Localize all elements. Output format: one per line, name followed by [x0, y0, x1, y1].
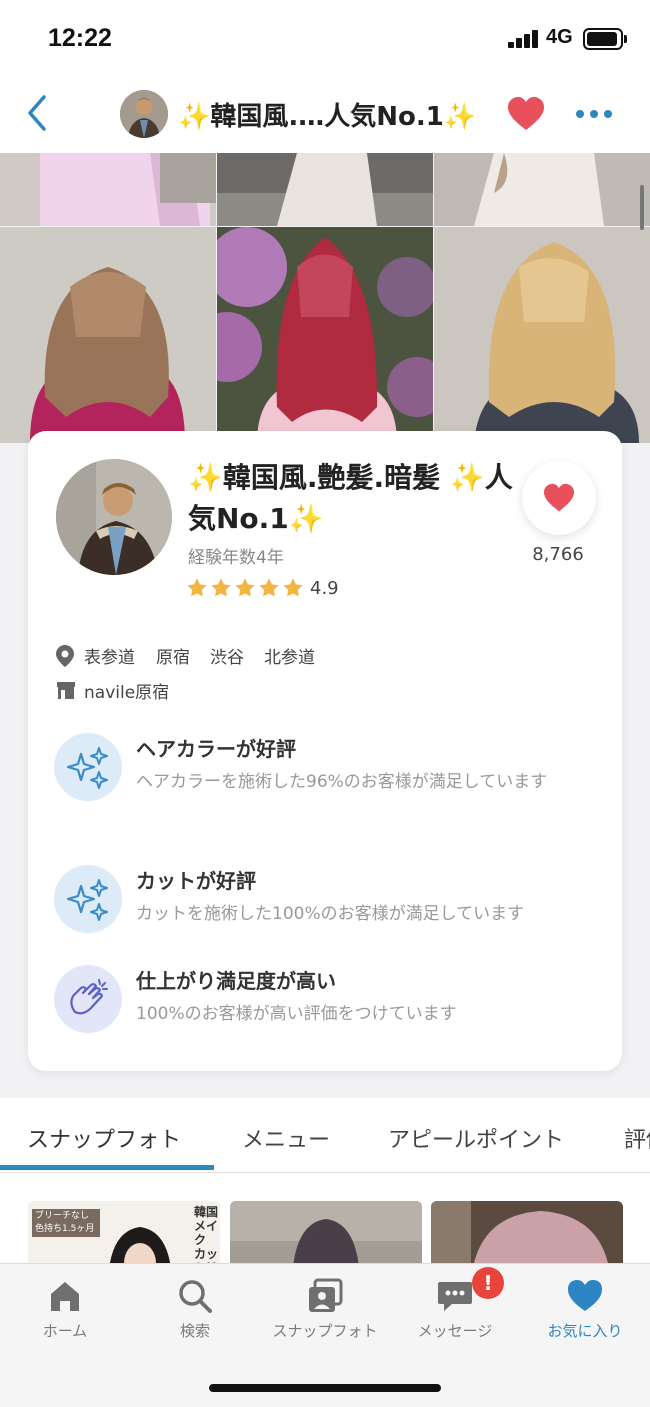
- nav-snap-photo[interactable]: スナップフォト: [260, 1278, 390, 1358]
- stylist-avatar[interactable]: [56, 459, 172, 575]
- header-title: ✨韓国風.…人気No.1✨: [178, 102, 477, 132]
- star-icon: [235, 578, 255, 597]
- search-icon: [179, 1280, 212, 1313]
- status-bar: 12:22 4G: [0, 0, 650, 76]
- sparkle-icon: [54, 865, 122, 933]
- network-type: 4G: [546, 26, 573, 48]
- star-icon: [211, 578, 231, 597]
- photo-image: [217, 153, 433, 226]
- photo-image: [434, 153, 650, 226]
- area-tag[interactable]: 表参道: [84, 643, 135, 668]
- store-icon: [57, 682, 75, 699]
- photo-image: [434, 227, 650, 443]
- gallery-photo[interactable]: [217, 153, 433, 226]
- person-photo-icon: [56, 459, 172, 575]
- photo-image: [217, 227, 433, 443]
- heart-icon: [568, 1280, 602, 1311]
- tab-snap-photo[interactable]: スナップフォト: [27, 1122, 181, 1154]
- nav-search[interactable]: 検索: [130, 1278, 260, 1358]
- sparkle-icon: [54, 733, 122, 801]
- active-tab-indicator: [0, 1165, 214, 1170]
- gallery-photo[interactable]: [434, 153, 650, 226]
- tab-reviews[interactable]: 評価: [624, 1122, 650, 1154]
- more-options-button[interactable]: [574, 104, 614, 124]
- photos-icon: [309, 1278, 343, 1312]
- section-tabs: スナップフォト メニュー アピールポイント 評価: [0, 1098, 650, 1173]
- gallery-photo[interactable]: [217, 227, 433, 443]
- gallery-photo[interactable]: [0, 227, 216, 443]
- location-row: 表参道 原宿 渋谷 北参道: [56, 643, 596, 669]
- feature-title: カットが好評: [136, 869, 256, 893]
- stylist-profile-card: ✨韓国風.艶髪.暗髪 ✨人気No.1✨ 経験年数4年 4.9 8,766 表参道…: [28, 431, 622, 1071]
- salon-row[interactable]: navile原宿: [56, 678, 356, 704]
- feature-description: ヘアカラーを施術した96%のお客様が満足しています: [136, 772, 548, 792]
- feature-title: 仕上がり満足度が高い: [136, 969, 336, 993]
- battery-icon: [583, 28, 623, 50]
- person-photo-icon: [120, 90, 168, 138]
- photo-image: [0, 153, 216, 226]
- nav-label: ホーム: [42, 1322, 88, 1340]
- gallery-photo[interactable]: [0, 153, 216, 226]
- notification-badge: !: [472, 1267, 504, 1299]
- snap-tag-text: ブリーチなし 色持ち1.5ヶ月: [32, 1209, 100, 1237]
- area-tag[interactable]: 渋谷: [210, 643, 244, 668]
- feature-item: ヘアカラーが好評 ヘアカラーを施術した96%のお客様が満足しています: [54, 733, 604, 823]
- feature-item: カットが好評 カットを施術した100%のお客様が満足しています: [54, 865, 604, 933]
- favorite-heart-button[interactable]: [507, 96, 545, 132]
- favorite-count: 8,766: [532, 544, 584, 565]
- feature-description: 100%のお客様が高い評価をつけています: [136, 1004, 457, 1024]
- status-time: 12:22: [48, 24, 112, 52]
- tab-appeal-points[interactable]: アピールポイント: [388, 1122, 564, 1154]
- gallery-scrollbar[interactable]: [640, 185, 644, 230]
- header-avatar[interactable]: [120, 90, 168, 138]
- signal-icon: [508, 30, 540, 48]
- experience-years: 経験年数4年: [188, 548, 284, 568]
- salon-name: navile原宿: [84, 683, 170, 703]
- heart-icon: [508, 97, 544, 130]
- nav-home[interactable]: ホーム: [0, 1278, 130, 1358]
- feature-title: ヘアカラーが好評: [136, 737, 296, 761]
- clapping-hands-icon: [54, 965, 122, 1033]
- area-tag[interactable]: 原宿: [156, 643, 190, 668]
- star-icon: [259, 578, 279, 597]
- star-icon: [187, 578, 207, 597]
- star-icon: [283, 578, 303, 597]
- chevron-left-icon: [28, 95, 46, 131]
- gallery-photo[interactable]: [434, 227, 650, 443]
- area-tag[interactable]: 北参道: [264, 643, 315, 668]
- nav-label: スナップフォト: [272, 1322, 378, 1340]
- battery-tip: [624, 35, 627, 43]
- rating-value: 4.9: [310, 577, 339, 599]
- tab-menu[interactable]: メニュー: [242, 1122, 330, 1154]
- photo-image: [0, 227, 216, 443]
- nav-label: メッセージ: [417, 1322, 493, 1340]
- feature-item: 仕上がり満足度が高い 100%のお客様が高い評価をつけています: [54, 965, 604, 1033]
- nav-label: お気に入り: [547, 1322, 623, 1340]
- home-icon: [51, 1282, 79, 1311]
- snap-photo-list: ブリーチなし 色持ち1.5ヶ月 韓国メイク カットは難: [0, 1173, 650, 1273]
- map-pin-icon: [56, 645, 74, 667]
- nav-favorites[interactable]: お気に入り: [520, 1278, 650, 1358]
- back-button[interactable]: [22, 93, 54, 133]
- rating-stars: 4.9: [186, 577, 339, 601]
- message-icon: [438, 1282, 472, 1311]
- header-bar: ✨韓国風.…人気No.1✨: [0, 76, 650, 153]
- stylist-name: ✨韓国風.艶髪.暗髪 ✨人気No.1✨: [188, 461, 513, 535]
- favorite-button[interactable]: [522, 461, 596, 535]
- heart-icon: [544, 483, 574, 512]
- photo-gallery[interactable]: [0, 153, 650, 443]
- home-indicator: [209, 1384, 441, 1392]
- feature-description: カットを施術した100%のお客様が満足しています: [136, 904, 525, 924]
- nav-label: 検索: [179, 1322, 210, 1340]
